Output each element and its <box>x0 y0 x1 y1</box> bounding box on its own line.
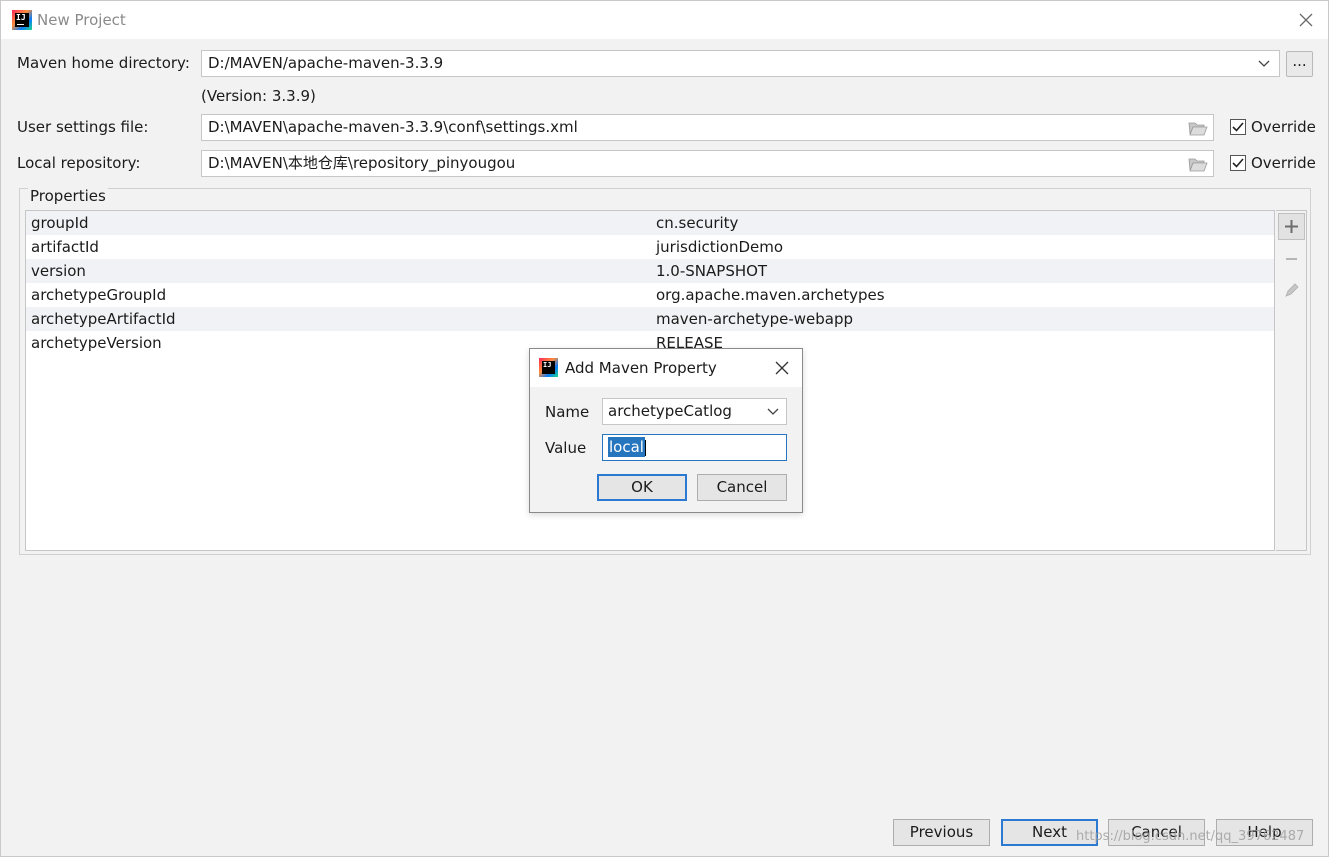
property-value: maven-archetype-webapp <box>656 310 854 328</box>
title-bar: IJ New Project <box>1 1 1328 39</box>
name-label: Name <box>545 403 590 421</box>
table-row[interactable]: archetypeGroupId org.apache.maven.archet… <box>26 283 1274 307</box>
value-label: Value <box>545 439 587 457</box>
override-label: Override <box>1251 154 1316 172</box>
local-repo-label: Local repository: <box>17 154 141 172</box>
local-repo-field[interactable]: D:\MAVEN\本地仓库\repository_pinyougou <box>201 150 1214 177</box>
window-title: New Project <box>37 11 126 29</box>
maven-home-value: D:/MAVEN/apache-maven-3.3.9 <box>208 54 444 72</box>
property-value: 1.0-SNAPSHOT <box>656 262 768 280</box>
dialog-title: Add Maven Property <box>565 359 717 377</box>
edit-icon <box>1285 283 1299 297</box>
add-property-button[interactable] <box>1278 213 1305 240</box>
text-caret <box>644 439 646 456</box>
browse-maven-home-button[interactable]: ... <box>1286 51 1313 77</box>
intellij-logo-icon: IJ <box>539 358 558 377</box>
chevron-down-icon[interactable] <box>766 405 780 419</box>
remove-property-button[interactable] <box>1278 245 1305 272</box>
property-key: artifactId <box>31 238 99 256</box>
properties-toolbar <box>1276 210 1307 551</box>
cancel-button[interactable]: Cancel <box>697 474 787 501</box>
property-value: org.apache.maven.archetypes <box>656 286 885 304</box>
new-project-window: IJ New Project Maven home directory: D:/… <box>0 0 1329 857</box>
property-key: version <box>31 262 86 280</box>
checkbox-checked-icon[interactable] <box>1230 119 1246 135</box>
property-key: groupId <box>31 214 89 232</box>
dialog-title-bar: IJ Add Maven Property <box>530 349 802 387</box>
property-value: jurisdictionDemo <box>656 238 784 256</box>
property-value: cn.security <box>656 214 739 232</box>
maven-home-label: Maven home directory: <box>17 54 190 72</box>
previous-button[interactable]: Previous <box>893 819 990 846</box>
maven-version-text: (Version: 3.3.9) <box>201 87 316 105</box>
folder-open-icon[interactable] <box>1188 121 1208 136</box>
override-label: Override <box>1251 118 1316 136</box>
user-settings-value: D:\MAVEN\apache-maven-3.3.9\conf\setting… <box>208 118 578 136</box>
table-row[interactable]: artifactId jurisdictionDemo <box>26 235 1274 259</box>
property-value-text: local <box>608 437 645 457</box>
edit-property-button[interactable] <box>1278 277 1305 304</box>
property-key: archetypeGroupId <box>31 286 167 304</box>
property-name-combobox[interactable]: archetypeCatlog <box>602 398 787 425</box>
properties-title: Properties <box>28 187 108 205</box>
table-row[interactable]: version 1.0-SNAPSHOT <box>26 259 1274 283</box>
table-row[interactable]: groupId cn.security <box>26 211 1274 235</box>
add-icon <box>1285 220 1298 233</box>
watermark-text: https://blog.csdn.net/qq_39762487 <box>1076 829 1305 844</box>
maven-home-combobox[interactable]: D:/MAVEN/apache-maven-3.3.9 <box>201 50 1280 77</box>
close-icon[interactable] <box>1294 8 1318 32</box>
add-maven-property-dialog: IJ Add Maven Property Name archetypeCatl… <box>529 348 803 513</box>
table-row[interactable]: archetypeArtifactId maven-archetype-weba… <box>26 307 1274 331</box>
ok-button[interactable]: OK <box>597 474 687 501</box>
property-key: archetypeVersion <box>31 334 162 352</box>
chevron-down-icon[interactable] <box>1257 57 1271 71</box>
user-settings-field[interactable]: D:\MAVEN\apache-maven-3.3.9\conf\setting… <box>201 114 1214 141</box>
checkbox-checked-icon[interactable] <box>1230 155 1246 171</box>
remove-icon <box>1286 258 1297 260</box>
property-key: archetypeArtifactId <box>31 310 176 328</box>
intellij-logo-icon: IJ <box>12 10 32 30</box>
local-repo-value: D:\MAVEN\本地仓库\repository_pinyougou <box>208 154 516 172</box>
property-value-input[interactable]: local <box>602 434 787 461</box>
close-icon[interactable] <box>773 359 791 377</box>
folder-open-icon[interactable] <box>1188 157 1208 172</box>
user-settings-label: User settings file: <box>17 118 149 136</box>
property-name-value: archetypeCatlog <box>608 402 732 420</box>
